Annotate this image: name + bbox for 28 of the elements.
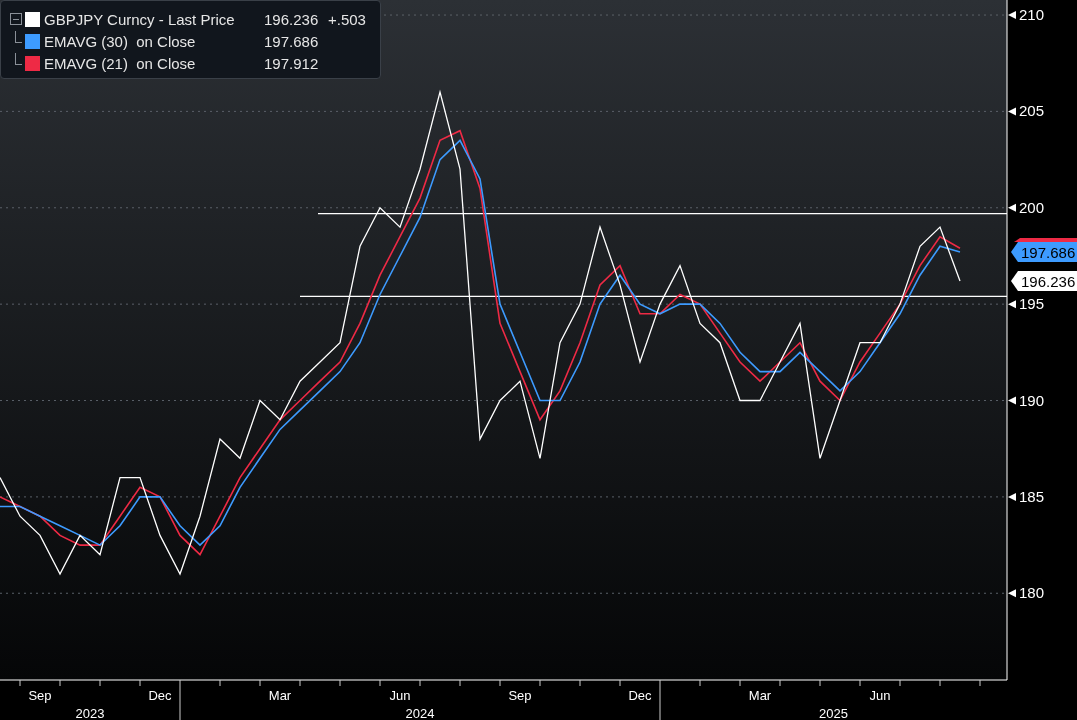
legend-value: 196.236 — [264, 11, 320, 27]
y-axis-label: 200 — [1019, 198, 1045, 216]
year-label: 2025 — [819, 706, 848, 720]
x-axis-label: Mar — [268, 688, 292, 703]
y-axis-label: 190 — [1019, 391, 1045, 409]
x-axis-label: Jun — [869, 688, 891, 703]
year-label: 2023 — [75, 706, 105, 720]
x-axis-label: Mar — [748, 688, 772, 703]
x-axis-label: Sep — [28, 688, 52, 703]
price-tag: 197.686 — [1011, 242, 1077, 263]
collapse-icon[interactable] — [10, 13, 22, 25]
legend-label: GBPJPY Curncy - Last Price — [44, 11, 236, 27]
x-axis-label: Jun — [389, 688, 411, 703]
y-axis-label: 205 — [1019, 102, 1045, 120]
y-axis-label: 210 — [1019, 6, 1045, 24]
x-axis-label: Sep — [508, 688, 532, 703]
y-axis-label: 180 — [1019, 584, 1045, 602]
legend-label: EMAVG (30) on Close — [44, 33, 197, 49]
price-tag: 196.236 — [1011, 271, 1077, 291]
y-axis-label: 185 — [1019, 487, 1045, 505]
legend-change: +.503 — [328, 11, 366, 27]
legend-value: 197.686 — [264, 33, 320, 49]
x-axis-label: Dec — [628, 688, 652, 703]
x-axis-label: Dec — [148, 688, 172, 703]
year-label: 2024 — [405, 706, 435, 720]
legend-value: 197.912 — [264, 55, 320, 71]
y-axis-label: 195 — [1019, 295, 1045, 313]
legend-label: EMAVG (21) on Close — [44, 55, 197, 71]
